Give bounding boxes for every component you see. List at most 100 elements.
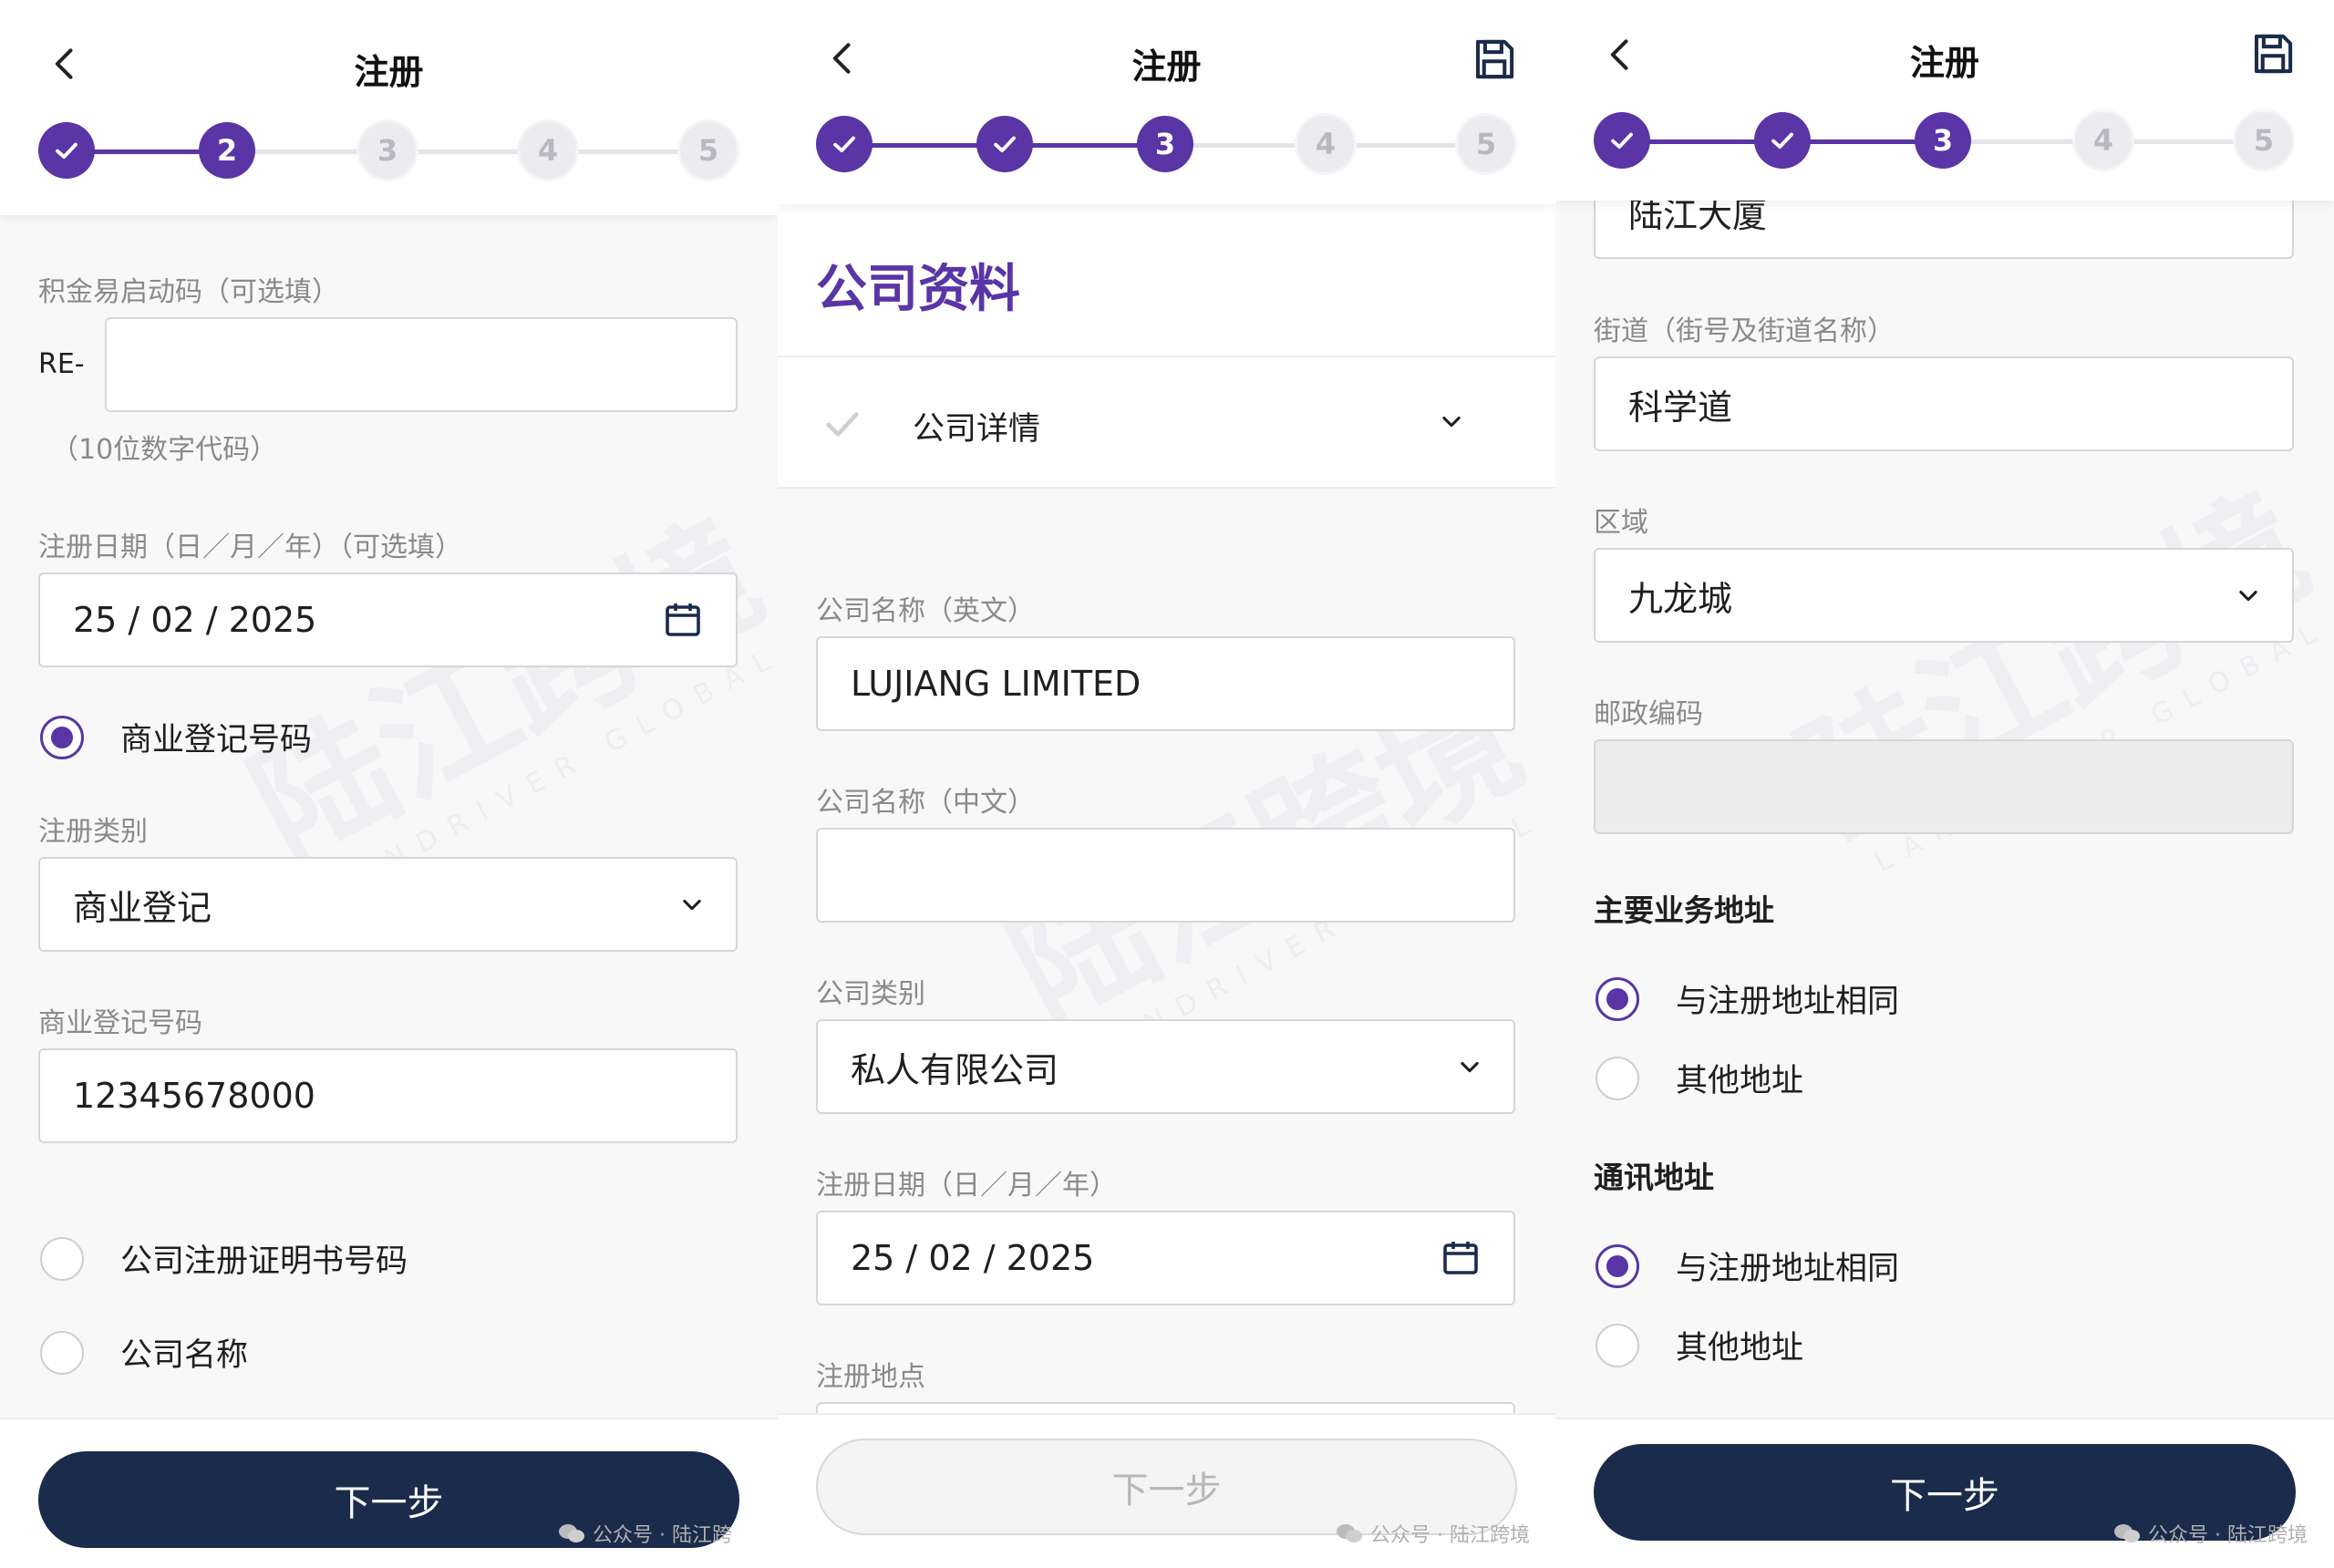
company-name-zh-label: 公司名称（中文） bbox=[816, 787, 1035, 819]
calendar-icon[interactable] bbox=[1439, 1236, 1482, 1280]
wechat-icon bbox=[2114, 1524, 2140, 1542]
start-code-prefix: RE- bbox=[38, 348, 85, 380]
radio-correspondence-other[interactable]: 其他地址 bbox=[1596, 1322, 1803, 1368]
step-5: 5 bbox=[1458, 116, 1514, 172]
postal-code-label: 邮政编码 bbox=[1594, 698, 1703, 730]
registration-type-value: 商业登记 bbox=[73, 887, 212, 928]
company-name-zh-input[interactable] bbox=[816, 828, 1515, 923]
check-icon bbox=[1611, 132, 1633, 150]
radio-certificate-number-label: 公司注册证明书号码 bbox=[120, 1243, 408, 1280]
save-icon[interactable] bbox=[2248, 29, 2298, 78]
radio-correspondence-other-label: 其他地址 bbox=[1676, 1330, 1804, 1367]
radio-unselected[interactable] bbox=[40, 1330, 84, 1375]
radio-correspondence-same[interactable]: 与注册地址相同 bbox=[1596, 1243, 1899, 1289]
header: 注册 2 3 4 5 bbox=[0, 0, 778, 215]
company-type-label: 公司类别 bbox=[816, 978, 925, 1010]
calendar-icon[interactable] bbox=[661, 598, 705, 642]
page-title: 注册 bbox=[1909, 43, 1979, 83]
street-label: 街道（街号及街道名称） bbox=[1594, 315, 1895, 347]
company-type-value: 私人有限公司 bbox=[851, 1049, 1059, 1090]
save-icon[interactable] bbox=[1470, 35, 1519, 84]
registration-place-label: 注册地点 bbox=[816, 1361, 925, 1393]
wechat-watermark-text: 公众号 · 陆江跨境 bbox=[1370, 1524, 1530, 1547]
br-number-input[interactable]: 12345678000 bbox=[38, 1048, 738, 1143]
radio-certificate-number[interactable]: 公司注册证明书号码 bbox=[40, 1235, 408, 1282]
company-type-select[interactable]: 私人有限公司 bbox=[816, 1019, 1515, 1114]
step-1-done bbox=[38, 122, 95, 179]
registration-date-label: 注册日期（日／月／年） bbox=[816, 1170, 1117, 1202]
company-name-en-input[interactable]: LUJIANG LIMITED bbox=[816, 636, 1515, 731]
radio-business-registration[interactable]: 商业登记号码 bbox=[40, 714, 312, 760]
step-4: 4 bbox=[1297, 116, 1354, 172]
check-icon bbox=[56, 142, 77, 160]
check-icon bbox=[1771, 132, 1793, 150]
company-name-en-label: 公司名称（英文） bbox=[816, 595, 1035, 627]
registration-type-label: 注册类别 bbox=[38, 816, 148, 848]
registration-type-select[interactable]: 商业登记 bbox=[38, 857, 738, 952]
start-code-label: 积金易启动码（可选填） bbox=[38, 276, 339, 308]
wechat-watermark: 公众号 · 陆江跨境 bbox=[1336, 1519, 1530, 1548]
district-value: 九龙城 bbox=[1628, 578, 1733, 619]
chevron-down-icon bbox=[1461, 1061, 1479, 1073]
radio-business-other-label: 其他地址 bbox=[1676, 1063, 1804, 1099]
chevron-down-icon[interactable] bbox=[1439, 408, 1464, 434]
radio-selected[interactable] bbox=[1596, 1243, 1639, 1288]
wechat-watermark: 公众号 · 陆江跨 bbox=[558, 1519, 732, 1548]
step-5: 5 bbox=[680, 122, 737, 179]
radio-unselected[interactable] bbox=[40, 1236, 84, 1281]
radio-unselected[interactable] bbox=[1596, 1056, 1639, 1100]
start-code-hint: （10位数字代码） bbox=[51, 434, 278, 466]
wechat-icon bbox=[1337, 1524, 1362, 1542]
step-4: 4 bbox=[2075, 112, 2132, 169]
radio-selected[interactable] bbox=[1596, 976, 1639, 1021]
progress-stepper: 3 4 5 bbox=[778, 116, 1555, 174]
radio-business-registration-label: 商业登记号码 bbox=[120, 722, 313, 758]
header: 注册 3 4 5 bbox=[1555, 0, 2334, 201]
radio-selected[interactable] bbox=[40, 715, 84, 759]
wechat-watermark: 公众号 · 陆江跨境 bbox=[2113, 1519, 2308, 1548]
progress-stepper: 3 4 5 bbox=[1555, 112, 2334, 170]
screen-step-2: 陆江跨境 LANDRIVER GLOBAL 注册 2 3 4 5 积金易启动码（… bbox=[0, 0, 778, 1568]
step-2-current: 2 bbox=[199, 122, 255, 179]
radio-company-name[interactable]: 公司名称 bbox=[40, 1329, 248, 1376]
section-heading: 公司资料 bbox=[816, 260, 1020, 319]
registration-date-input[interactable]: 25 / 02 / 2025 bbox=[38, 573, 738, 667]
step-3: 3 bbox=[359, 122, 416, 179]
page-title: 注册 bbox=[354, 52, 424, 92]
step-2-done bbox=[1754, 112, 1811, 169]
chevron-down-icon bbox=[683, 899, 701, 911]
check-icon bbox=[994, 136, 1016, 153]
accordion-company-details[interactable]: 公司详情 bbox=[778, 356, 1555, 489]
district-label: 区域 bbox=[1594, 507, 1648, 539]
start-code-input[interactable] bbox=[105, 317, 738, 412]
check-icon bbox=[826, 412, 859, 437]
radio-unselected[interactable] bbox=[1596, 1323, 1639, 1367]
header: 注册 3 4 5 bbox=[778, 0, 1555, 204]
radio-company-name-label: 公司名称 bbox=[120, 1337, 249, 1374]
progress-stepper: 2 3 4 5 bbox=[0, 122, 778, 181]
wechat-watermark-text: 公众号 · 陆江跨境 bbox=[2148, 1524, 2308, 1547]
page-title: 注册 bbox=[1131, 46, 1202, 87]
br-number-label: 商业登记号码 bbox=[38, 1007, 202, 1039]
accordion-label: 公司详情 bbox=[913, 411, 1041, 448]
correspondence-address-title: 通讯地址 bbox=[1594, 1160, 1714, 1195]
street-input[interactable]: 科学道 bbox=[1594, 356, 2294, 451]
registration-date-input[interactable]: 25 / 02 / 2025 bbox=[816, 1211, 1515, 1305]
postal-code-input bbox=[1594, 739, 2294, 834]
radio-business-other[interactable]: 其他地址 bbox=[1596, 1055, 1803, 1101]
registration-date-label: 注册日期（日／月／年）（可选填） bbox=[38, 531, 462, 563]
wechat-watermark-text: 公众号 · 陆江跨 bbox=[593, 1524, 732, 1547]
step-4: 4 bbox=[520, 122, 576, 179]
step-2-done bbox=[976, 116, 1033, 172]
radio-correspondence-same-label: 与注册地址相同 bbox=[1676, 1251, 1900, 1287]
step-3-current: 3 bbox=[1915, 112, 1971, 169]
step-1-done bbox=[1594, 112, 1650, 169]
registration-date-value: 25 / 02 / 2025 bbox=[851, 1238, 1095, 1278]
step-3-current: 3 bbox=[1137, 116, 1193, 172]
registration-date-value: 25 / 02 / 2025 bbox=[73, 600, 317, 640]
radio-business-same[interactable]: 与注册地址相同 bbox=[1596, 975, 1899, 1022]
screen-step-3-address: 陆江跨境 LANDRIVER GLOBAL 陆江大厦 注册 3 4 5 街道（街… bbox=[1555, 0, 2334, 1568]
step-5: 5 bbox=[2236, 112, 2292, 169]
district-select[interactable]: 九龙城 bbox=[1594, 548, 2294, 643]
step-1-done bbox=[816, 116, 873, 172]
